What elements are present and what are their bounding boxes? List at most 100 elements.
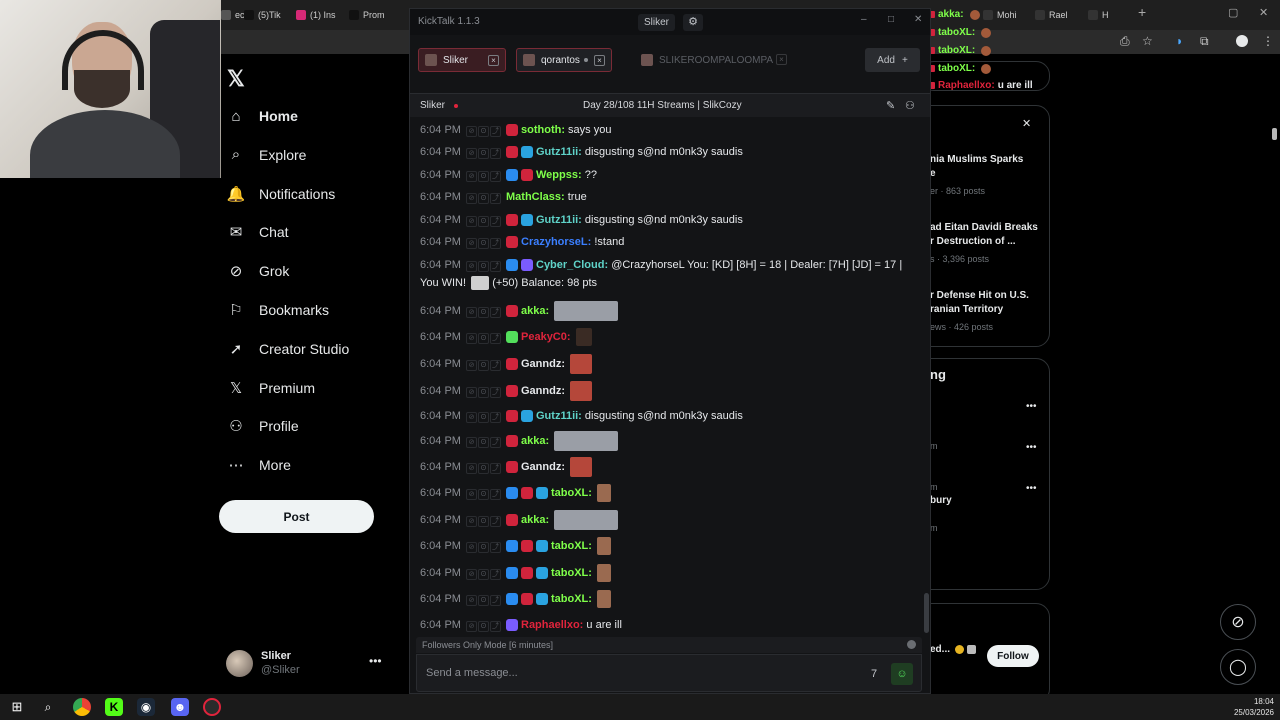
timeout-icon[interactable]: ⊘: [466, 412, 477, 424]
message-input[interactable]: [421, 661, 841, 685]
nav-item-more[interactable]: ⋯ More: [227, 451, 291, 479]
more-dots-icon[interactable]: •••: [1026, 483, 1037, 494]
more-dots-icon[interactable]: •••: [369, 654, 382, 668]
reply-icon[interactable]: ⤴: [490, 307, 501, 318]
reply-icon[interactable]: ⤴: [490, 333, 501, 345]
star-icon[interactable]: ☆: [1142, 34, 1153, 48]
timeout-icon[interactable]: ⊘: [466, 261, 477, 273]
menu-icon[interactable]: ⋮: [1262, 34, 1274, 48]
reply-icon[interactable]: ⤴: [490, 569, 501, 581]
nav-item-home[interactable]: ⌂ Home: [227, 102, 297, 130]
reply-icon[interactable]: ⤴: [490, 542, 501, 554]
channel-tab[interactable]: Sliker ×: [418, 48, 506, 72]
ban-icon[interactable]: ʘ: [478, 542, 489, 554]
message-username[interactable]: akka:: [521, 514, 549, 526]
ban-icon[interactable]: ʘ: [478, 333, 489, 345]
news-title[interactable]: ad Eitan Davidi Breaks: [930, 221, 1038, 235]
message-username[interactable]: sothoth:: [521, 124, 565, 136]
close-icon[interactable]: ✕: [914, 14, 922, 25]
search-icon[interactable]: ⌕: [39, 698, 57, 716]
chat-messages[interactable]: 6:04 PM ⊘ ʘ ⤴ sothoth: says you 6:04 PM ⊘ ʘ ⤴ Gut…: [410, 117, 930, 635]
nav-item-grok[interactable]: ⊘ Grok: [227, 257, 290, 285]
message-username[interactable]: CrazyhorseL:: [521, 236, 591, 248]
close-tab-icon[interactable]: ×: [594, 55, 605, 66]
timeout-icon[interactable]: ⊘: [466, 333, 477, 345]
kick-emote-icon[interactable]: ☺: [891, 663, 913, 685]
timeout-icon[interactable]: ⊘: [466, 238, 477, 250]
more-dots-icon[interactable]: •••: [1026, 442, 1037, 453]
browser-tab[interactable]: H: [1088, 6, 1109, 24]
profile-avatar-icon[interactable]: [1236, 35, 1248, 47]
obs-icon[interactable]: [203, 698, 221, 716]
timeout-icon[interactable]: ⊘: [466, 171, 477, 183]
ban-icon[interactable]: ʘ: [478, 126, 489, 138]
reply-icon[interactable]: ⤴: [490, 437, 501, 448]
reply-icon[interactable]: ⤴: [490, 148, 501, 160]
timeout-icon[interactable]: ⊘: [466, 463, 477, 474]
ban-icon[interactable]: ʘ: [478, 387, 489, 398]
timeout-icon[interactable]: ⊘: [466, 360, 477, 371]
news-title[interactable]: nia Muslims Sparks: [930, 153, 1023, 167]
message-username[interactable]: taboXL:: [551, 487, 592, 499]
ban-icon[interactable]: ʘ: [478, 193, 489, 205]
close-tab-icon[interactable]: ×: [488, 55, 499, 66]
channel-tab[interactable]: qorantos ×: [516, 48, 612, 72]
windows-start-icon[interactable]: ⊞: [8, 698, 26, 716]
reply-icon[interactable]: ⤴: [490, 595, 501, 607]
timeout-icon[interactable]: ⊘: [466, 216, 477, 228]
reply-icon[interactable]: ⤴: [490, 387, 501, 398]
message-username[interactable]: akka:: [521, 305, 549, 317]
nav-item-profile[interactable]: ⚇ Profile: [227, 412, 298, 440]
ban-icon[interactable]: ʘ: [478, 171, 489, 183]
ban-icon[interactable]: ʘ: [478, 437, 489, 448]
timeout-icon[interactable]: ⊘: [466, 193, 477, 205]
reply-icon[interactable]: ⤴: [490, 621, 501, 633]
puzzle-icon[interactable]: ⧉: [1200, 34, 1209, 49]
news-title-line2[interactable]: ranian Territory: [930, 303, 1003, 317]
extension-icon[interactable]: ◗: [1176, 34, 1183, 48]
steam-icon[interactable]: ◉: [137, 698, 155, 716]
timeout-icon[interactable]: ⊘: [466, 126, 477, 138]
reply-icon[interactable]: ⤴: [490, 360, 501, 371]
message-username[interactable]: taboXL:: [551, 567, 592, 579]
info-icon[interactable]: [907, 640, 916, 649]
message-username[interactable]: MathClass:: [506, 191, 565, 203]
message-username[interactable]: Ganndz:: [521, 385, 565, 397]
reply-icon[interactable]: ⤴: [490, 193, 501, 205]
chrome-icon[interactable]: [73, 698, 91, 716]
reply-icon[interactable]: ⤴: [490, 516, 501, 527]
browser-tab[interactable]: (5)Tik: [244, 6, 281, 24]
pin-icon[interactable]: ✎: [886, 99, 895, 112]
ban-icon[interactable]: ʘ: [478, 216, 489, 228]
post-button[interactable]: Post: [219, 500, 374, 533]
nav-item-creator-studio[interactable]: ➚ Creator Studio: [227, 335, 350, 363]
message-username[interactable]: Gutz11ii:: [536, 410, 582, 422]
nav-item-bookmarks[interactable]: ⚐ Bookmarks: [227, 296, 329, 324]
message-username[interactable]: Ganndz:: [521, 358, 565, 370]
chat-scrollbar[interactable]: [924, 593, 929, 633]
message-username[interactable]: taboXL:: [551, 593, 592, 605]
more-dots-icon[interactable]: •••: [1026, 401, 1037, 412]
close-icon[interactable]: ✕: [1022, 117, 1031, 130]
user-button[interactable]: Sliker: [638, 14, 676, 31]
timeout-icon[interactable]: ⊘: [466, 595, 477, 607]
ban-icon[interactable]: ʘ: [478, 238, 489, 250]
grok-icon[interactable]: ⊘: [1220, 604, 1256, 640]
nav-item-notifications[interactable]: 🔔 Notifications: [227, 180, 336, 208]
trend-name[interactable]: bury: [930, 494, 952, 508]
ban-icon[interactable]: ʘ: [478, 412, 489, 424]
reply-icon[interactable]: ⤴: [490, 412, 501, 424]
close-tab-icon[interactable]: ×: [776, 54, 787, 65]
timeout-icon[interactable]: ⊘: [466, 148, 477, 160]
discord-icon[interactable]: ☻: [171, 698, 189, 716]
browser-tab[interactable]: Rael: [1035, 6, 1068, 24]
ban-icon[interactable]: ʘ: [478, 307, 489, 318]
message-username[interactable]: Gutz11ii:: [536, 146, 582, 158]
timeout-icon[interactable]: ⊘: [466, 569, 477, 581]
channel-tab[interactable]: SLIKEROOMPALOOMPA ×: [635, 48, 793, 72]
new-tab-icon[interactable]: +: [1138, 4, 1146, 20]
timeout-icon[interactable]: ⊘: [466, 307, 477, 318]
reply-icon[interactable]: ⤴: [490, 126, 501, 138]
message-username[interactable]: taboXL:: [551, 540, 592, 552]
reply-icon[interactable]: ⤴: [490, 238, 501, 250]
